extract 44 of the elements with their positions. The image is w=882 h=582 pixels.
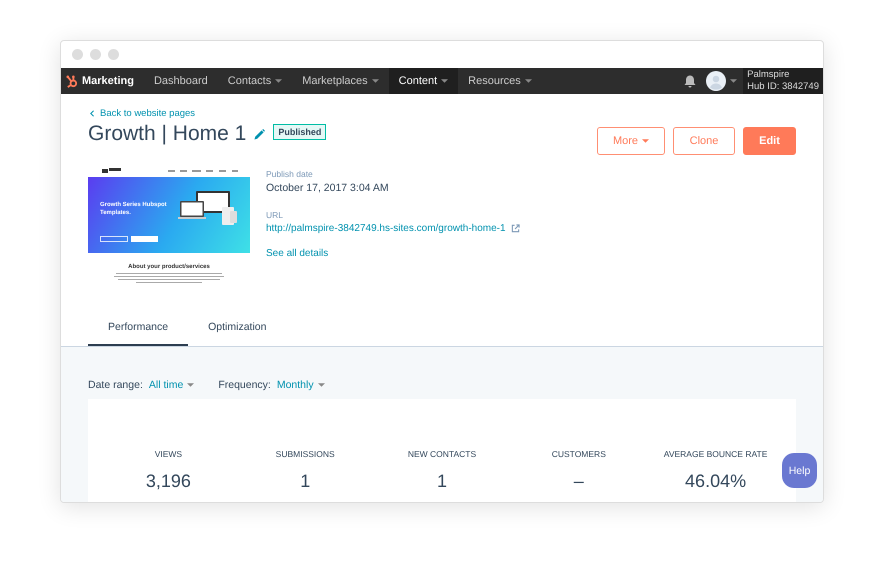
stat-label: NEW CONTACTS	[408, 449, 476, 459]
help-button[interactable]: Help	[782, 453, 817, 488]
avatar-icon[interactable]	[706, 68, 726, 94]
filter-label: Date range:	[88, 379, 143, 391]
caret-icon[interactable]	[187, 383, 194, 387]
caret-icon[interactable]	[318, 383, 325, 387]
pencil-icon[interactable]	[254, 128, 266, 140]
stat-value: –	[574, 471, 584, 492]
nav-item[interactable]: Dashboard	[144, 68, 218, 94]
caret-icon[interactable]	[372, 79, 379, 83]
stat-value: 3,196	[146, 471, 191, 492]
caret-icon[interactable]	[441, 79, 448, 83]
nav-item[interactable]: Contacts	[218, 68, 292, 94]
tab[interactable]: Optimization	[188, 313, 286, 348]
filter-label: Frequency:	[218, 379, 271, 391]
see-all-details-link[interactable]: See all details	[266, 248, 520, 259]
sprocket-logo-icon[interactable]	[65, 74, 78, 88]
stat-label: SUBMISSIONS	[276, 449, 335, 459]
chevron-left-icon[interactable]	[90, 110, 94, 117]
preview-buttons-drawing	[100, 236, 160, 242]
stat-value: 1	[436, 471, 447, 492]
detail-label: Publish date	[266, 169, 314, 179]
nav-item[interactable]: Marketplaces	[292, 68, 389, 94]
caret-icon[interactable]	[730, 79, 738, 83]
stat-value: 46.04%	[685, 471, 746, 492]
stat-label: AVERAGE BOUNCE RATE	[664, 449, 768, 459]
caret-icon[interactable]	[524, 79, 532, 83]
back-link[interactable]: Back to website pages	[90, 108, 796, 119]
stat-value: 1	[300, 471, 310, 492]
caret-icon[interactable]	[642, 139, 650, 143]
page-title: Growth | Home 1	[88, 122, 246, 146]
brand-name[interactable]: Marketing	[82, 75, 134, 87]
nav-item[interactable]: Content	[388, 68, 458, 94]
detail-label: URL	[266, 210, 284, 220]
account-name[interactable]: Palmspire	[747, 69, 819, 81]
stat-label: VIEWS	[154, 449, 182, 459]
caret-icon[interactable]	[275, 79, 282, 83]
url-link[interactable]: http://palmspire-3842749.hs-sites.com/growth-home-1	[266, 223, 506, 234]
stat-label: CUSTOMERS	[552, 449, 606, 459]
status-badge: Published	[273, 124, 326, 140]
external-link-icon[interactable]	[510, 224, 520, 233]
detail-value: October 17, 2017 3:04 AM	[266, 182, 390, 194]
hub-id: Hub ID: 3842749	[747, 81, 819, 93]
nav-item[interactable]: Resources	[458, 68, 542, 94]
